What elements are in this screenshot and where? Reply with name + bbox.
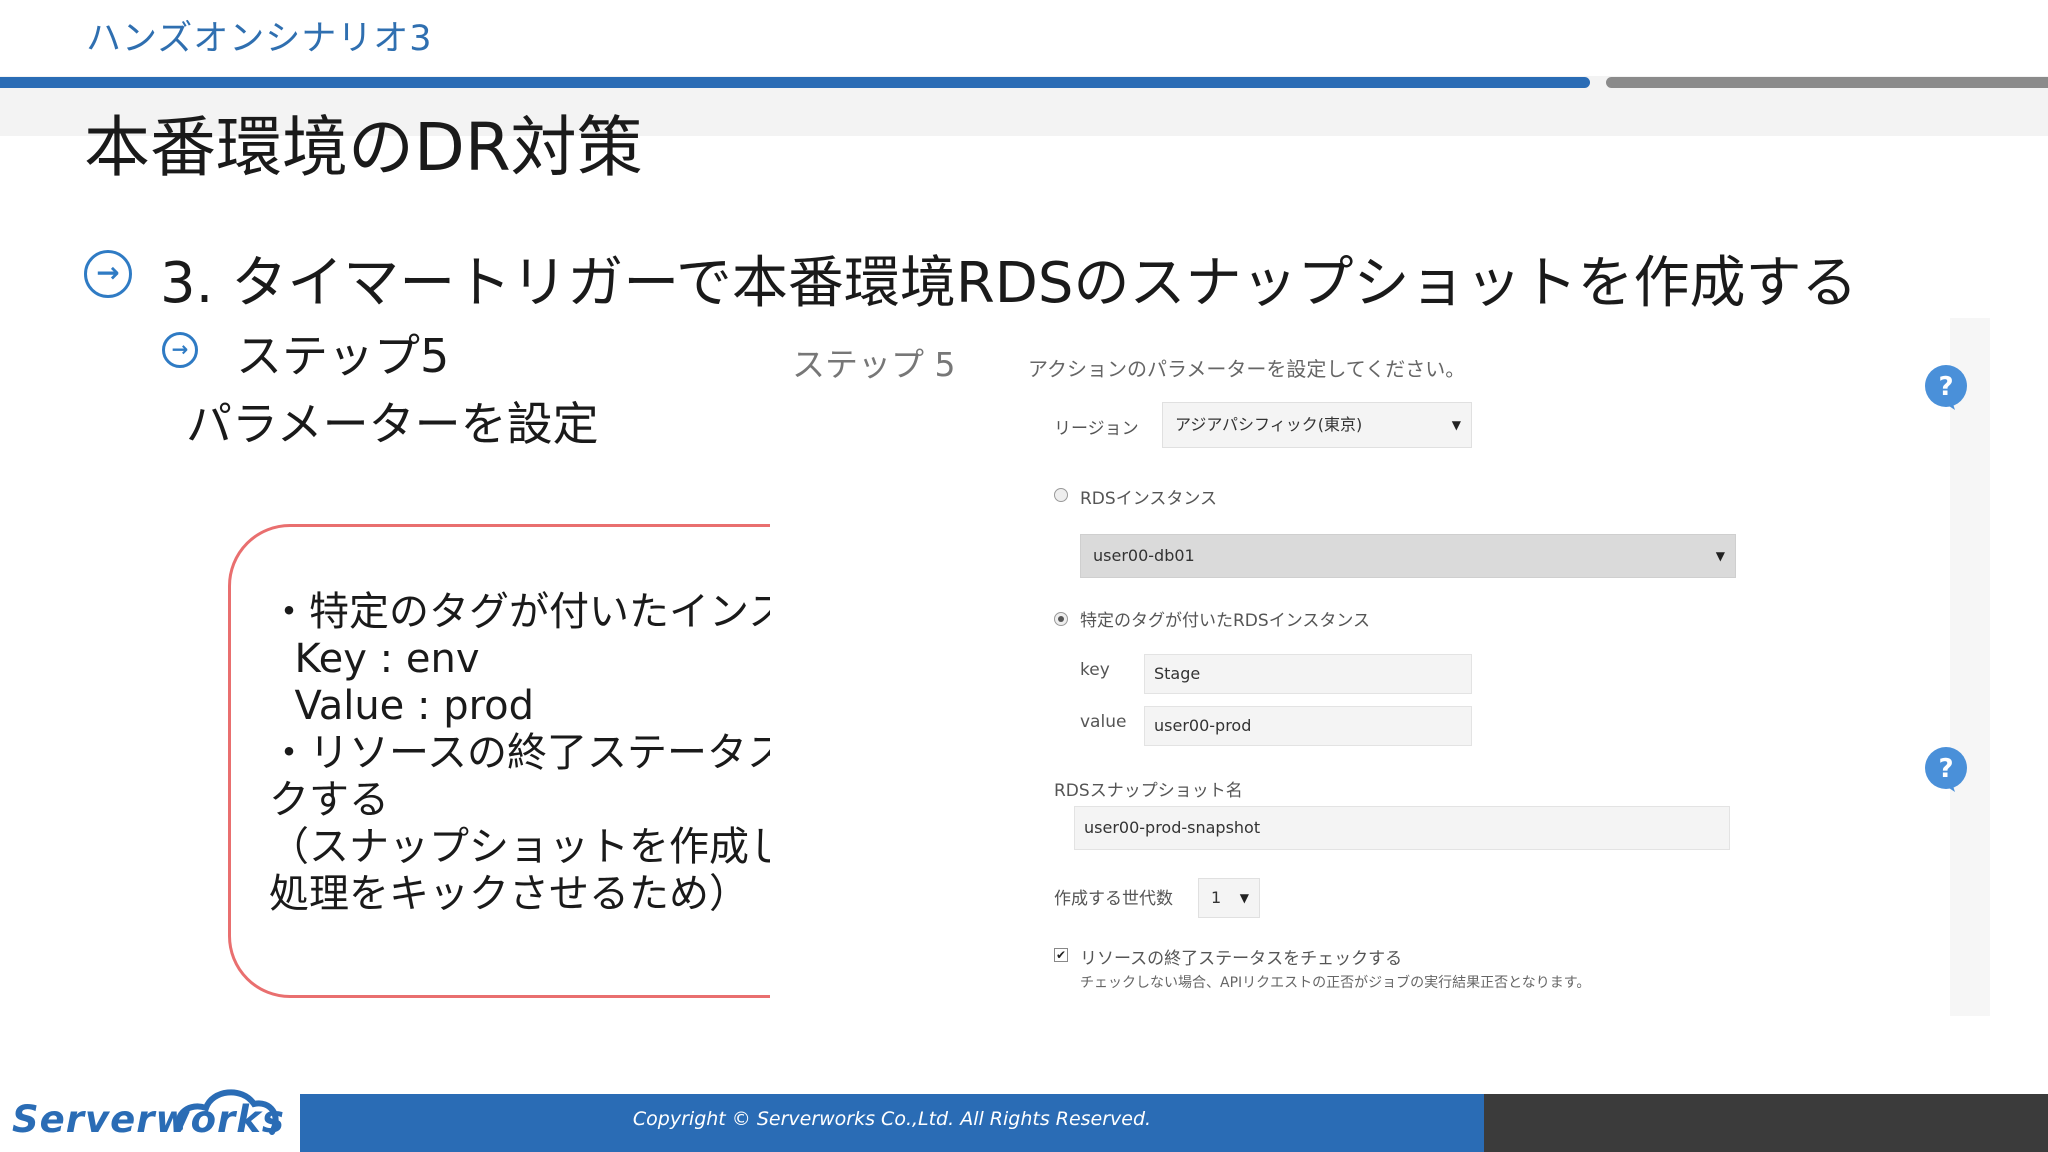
status-check-label: リソースの終了ステータスをチェックする xyxy=(1080,949,1403,969)
header-progress-remaining xyxy=(1606,77,2048,88)
question-bubble-icon[interactable]: ? xyxy=(1922,364,1970,412)
chevron-down-icon: ▼ xyxy=(1451,418,1461,432)
region-select-value: アジアパシフィック(東京) xyxy=(1175,415,1363,434)
sub-step-title: ステップ5 xyxy=(236,329,450,383)
key-input[interactable]: Stage xyxy=(1144,654,1472,694)
question-bubble-icon[interactable]: ? xyxy=(1922,746,1970,794)
arrow-right-circle-icon: → xyxy=(84,250,132,298)
region-label: リージョン xyxy=(1054,419,1139,439)
instruction-text: アクションのパラメーターを設定してください。 xyxy=(1028,357,1466,381)
arrow-right-circle-icon: → xyxy=(162,332,198,368)
snapshot-name-input[interactable]: user00-prod-snapshot xyxy=(1074,806,1730,850)
generations-select-value: 1 xyxy=(1211,888,1222,907)
value-input[interactable]: user00-prod xyxy=(1144,706,1472,746)
status-check-checkbox[interactable]: ✔ xyxy=(1054,948,1068,962)
key-label: key xyxy=(1080,660,1110,680)
sub-step-description: パラメーターを設定 xyxy=(186,397,599,451)
rds-instance-select-value: user00-db01 xyxy=(1093,546,1195,565)
chevron-down-icon: ▼ xyxy=(1239,891,1249,905)
cloud-icon xyxy=(175,1089,279,1135)
rds-instance-radio[interactable] xyxy=(1054,488,1068,502)
snapshot-name-label: RDSスナップショット名 xyxy=(1054,781,1243,801)
value-label: value xyxy=(1080,712,1127,732)
rds-instance-select[interactable]: user00-db01 ▼ xyxy=(1080,534,1736,578)
copyright-text: Copyright © Serverworks Co.,Ltd. All Rig… xyxy=(632,1108,1152,1130)
slide-title: 本番環境のDR対策 xyxy=(84,109,643,186)
generations-select[interactable]: 1 ▼ xyxy=(1198,878,1260,918)
scenario-label: ハンズオンシナリオ3 xyxy=(86,19,433,59)
chevron-down-icon: ▼ xyxy=(1715,549,1725,563)
panel-scrollbar[interactable] xyxy=(1950,318,1990,1016)
header-progress-bar xyxy=(0,77,1590,88)
tagged-instance-label: 特定のタグが付いたRDSインスタンス xyxy=(1080,611,1371,631)
region-select[interactable]: アジアパシフィック(東京) ▼ xyxy=(1162,402,1472,448)
generations-label: 作成する世代数 xyxy=(1054,889,1173,909)
svg-text:?: ? xyxy=(1938,754,1953,784)
tagged-instance-radio[interactable] xyxy=(1054,612,1068,626)
rds-instance-label: RDSインスタンス xyxy=(1080,489,1218,509)
step-label: ステップ 5 xyxy=(792,345,956,384)
footer-bar-dark xyxy=(1484,1094,2048,1152)
main-bullet: 3. タイマートリガーで本番環境RDSのスナップショットを作成する xyxy=(160,251,1858,316)
status-check-note: チェックしない場合、APIリクエストの正否がジョブの実行結果正否となります。 xyxy=(1080,975,1591,991)
svg-text:?: ? xyxy=(1938,372,1953,402)
